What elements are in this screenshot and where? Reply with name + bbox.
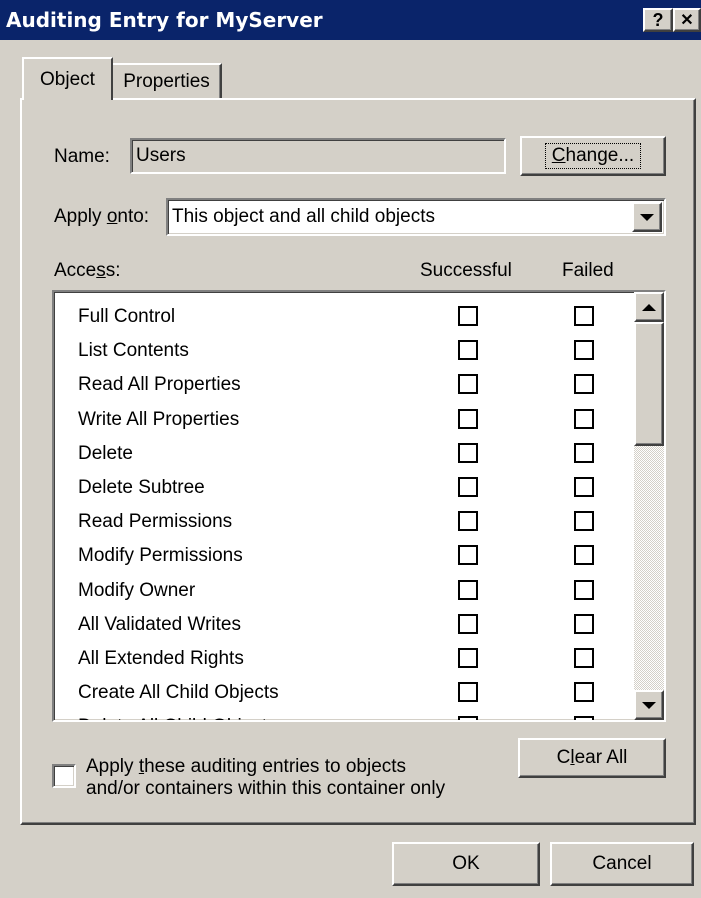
table-row: All Validated Writes	[54, 608, 634, 642]
scroll-down-button[interactable]	[634, 690, 664, 720]
failed-checkbox[interactable]	[574, 340, 594, 361]
apply-onto-value: This object and all child objects	[172, 206, 435, 227]
cancel-button[interactable]: Cancel	[550, 842, 694, 886]
permission-name: Read Permissions	[78, 511, 233, 533]
successful-checkbox[interactable]	[458, 648, 478, 668]
table-row: Delete All Child Objects	[54, 710, 634, 720]
tab-object[interactable]: Object	[22, 57, 113, 100]
permission-name: Delete Subtree	[78, 477, 205, 498]
window-title: Auditing Entry for MyServer	[6, 8, 323, 32]
successful-checkbox[interactable]	[458, 682, 478, 703]
permission-name: Modify Permissions	[78, 545, 243, 567]
close-icon: ✕	[680, 12, 694, 29]
permission-name: Delete	[78, 442, 133, 464]
name-field: Users	[130, 138, 506, 174]
scroll-thumb[interactable]	[634, 322, 664, 446]
tab-properties[interactable]: Properties	[113, 63, 222, 98]
vertical-scrollbar[interactable]	[634, 292, 664, 720]
failed-checkbox[interactable]	[574, 408, 594, 429]
failed-checkbox[interactable]	[574, 477, 594, 497]
name-label: Name:	[54, 146, 110, 167]
apply-onto-select[interactable]: This object and all child objects	[166, 198, 666, 236]
successful-checkbox[interactable]	[458, 374, 478, 395]
title-bar: Auditing Entry for MyServer ? ✕	[0, 0, 701, 40]
failed-checkbox[interactable]	[574, 716, 594, 720]
close-button[interactable]: ✕	[673, 8, 701, 32]
table-row: List Contents	[54, 334, 634, 368]
apply-only-line1: Apply these auditing entries to objects	[86, 756, 407, 777]
permission-name: Modify Owner	[78, 579, 196, 601]
permission-name: Read All Properties	[78, 374, 241, 396]
successful-checkbox[interactable]	[458, 613, 478, 634]
apply-only-line2: and/or containers within this container …	[86, 778, 446, 799]
successful-checkbox[interactable]	[458, 716, 478, 720]
access-list[interactable]: Full Control List Contents Read All Proper…	[52, 290, 666, 722]
permission-name: Full Control	[78, 306, 176, 327]
table-row: Modify Permissions	[54, 539, 634, 573]
access-label: Access:	[54, 260, 121, 281]
permission-name: Create All Child Objects	[78, 682, 279, 704]
apply-onto-label: Apply onto:	[54, 206, 150, 227]
arrow-down-icon	[642, 701, 656, 709]
ok-button[interactable]: OK	[392, 842, 540, 886]
successful-checkbox[interactable]	[458, 306, 478, 326]
cancel-button-label: Cancel	[592, 853, 652, 874]
successful-checkbox[interactable]	[458, 579, 478, 600]
ok-button-label: OK	[452, 853, 480, 874]
failed-checkbox[interactable]	[574, 374, 594, 395]
table-row: Write All Properties	[54, 403, 634, 437]
column-header-successful: Successful	[420, 260, 512, 281]
table-row: Delete Subtree	[54, 471, 634, 505]
permission-name: Delete All Child Objects	[78, 716, 277, 720]
permission-name: All Validated Writes	[78, 613, 241, 635]
arrow-up-icon	[642, 303, 656, 311]
tab-object-label: Object	[40, 68, 95, 90]
help-icon: ?	[652, 9, 664, 30]
table-row: All Extended Rights	[54, 642, 634, 676]
successful-checkbox[interactable]	[458, 477, 478, 497]
name-value: Users	[136, 145, 186, 166]
successful-checkbox[interactable]	[458, 511, 478, 532]
failed-checkbox[interactable]	[574, 545, 594, 566]
failed-checkbox[interactable]	[574, 511, 594, 532]
help-button[interactable]: ?	[643, 8, 673, 32]
permission-name: All Extended Rights	[78, 648, 244, 669]
successful-checkbox[interactable]	[458, 545, 478, 566]
permission-name: List Contents	[78, 340, 189, 362]
table-row: Full Control	[54, 300, 634, 334]
clear-all-button[interactable]: Clear All	[518, 738, 666, 778]
clear-all-label: Clear All	[556, 747, 628, 768]
column-header-failed: Failed	[562, 260, 614, 281]
successful-checkbox[interactable]	[458, 408, 478, 429]
dropdown-button[interactable]	[632, 202, 662, 232]
tab-properties-label: Properties	[123, 70, 210, 92]
failed-checkbox[interactable]	[574, 682, 594, 703]
chevron-down-icon	[640, 213, 654, 221]
apply-only-label: Apply these auditing entries to objects …	[86, 756, 445, 800]
successful-checkbox[interactable]	[458, 340, 478, 361]
table-row: Read All Properties	[54, 368, 634, 402]
apply-only-checkbox[interactable]	[52, 764, 76, 788]
table-row: Delete	[54, 437, 634, 471]
scroll-up-button[interactable]	[634, 292, 664, 322]
failed-checkbox[interactable]	[574, 613, 594, 634]
table-row: Create All Child Objects	[54, 676, 634, 710]
change-button-label: Change...	[544, 143, 642, 169]
failed-checkbox[interactable]	[574, 579, 594, 600]
failed-checkbox[interactable]	[574, 648, 594, 668]
failed-checkbox[interactable]	[574, 442, 594, 463]
change-button[interactable]: Change...	[520, 136, 666, 176]
table-row: Modify Owner	[54, 574, 634, 608]
failed-checkbox[interactable]	[574, 306, 594, 326]
table-row: Read Permissions	[54, 505, 634, 539]
successful-checkbox[interactable]	[458, 442, 478, 463]
permission-name: Write All Properties	[78, 408, 240, 430]
